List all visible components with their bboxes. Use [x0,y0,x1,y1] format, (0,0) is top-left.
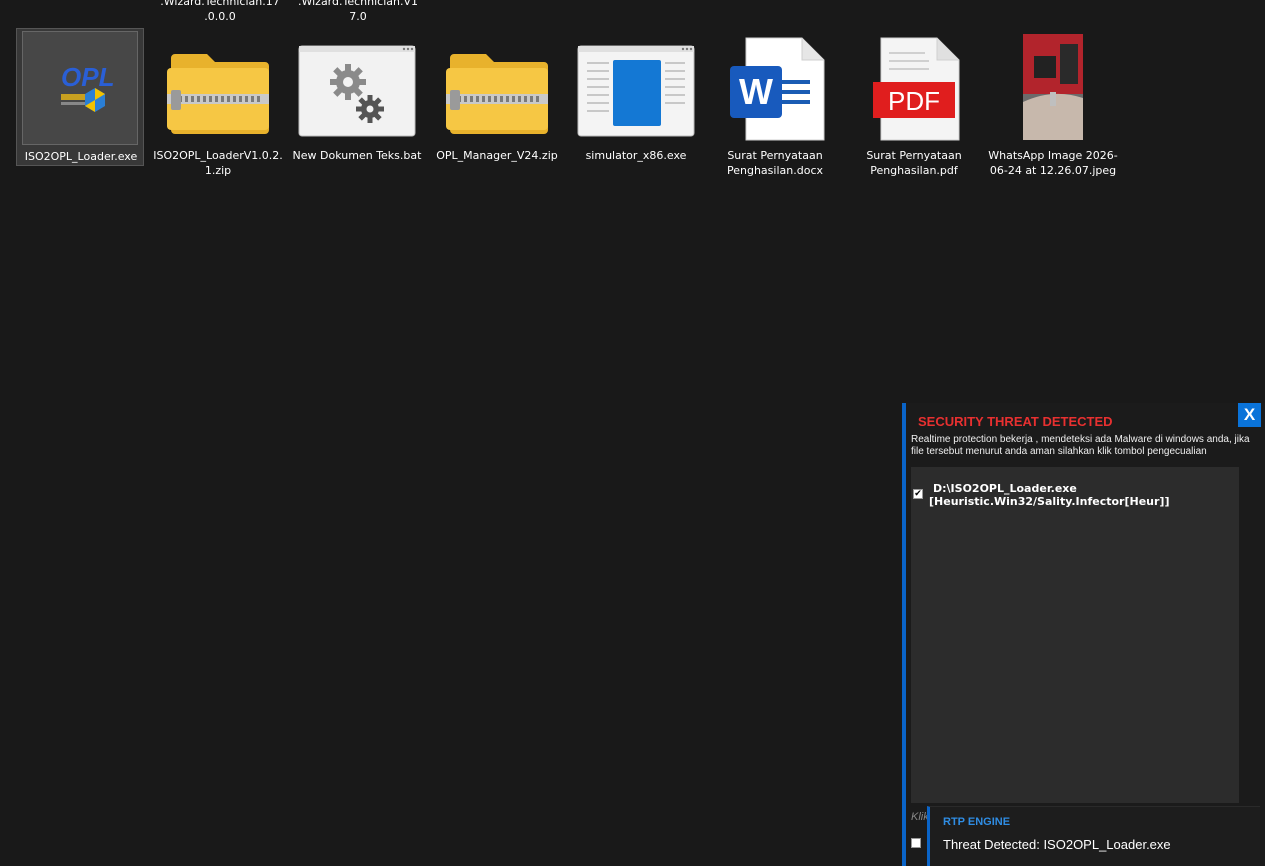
rtp-message: Threat Detected: ISO2OPL_Loader.exe [943,837,1171,852]
exception-checkbox[interactable] [911,838,921,848]
opl-app-icon: OPL [61,62,114,112]
desktop-icon-simulator-exe[interactable]: simulator_x86.exe [571,30,701,200]
desktop-label-partial-2[interactable]: .Wizard.Technician.V1 7.0 [293,0,423,24]
svg-text:OPL: OPL [61,62,114,92]
rtp-engine-toast[interactable]: RTP ENGINE Threat Detected: ISO2OPL_Load… [927,806,1260,866]
selection-thumbnail: OPL [22,31,138,145]
icon-label: New Dokumen Teks.bat [292,149,422,162]
desktop-icon-iso2opl-loader-zip[interactable]: ISO2OPL_LoaderV1.0.2.1.zip [153,30,283,200]
photo-thumbnail-icon [1023,34,1083,140]
threat-title: SECURITY THREAT DETECTED [918,414,1113,429]
icon-label: WhatsApp Image 2026-06-24 at 12.26.07.jp… [988,149,1118,177]
word-document-icon: W [730,37,825,141]
threat-list[interactable]: ✔ D:\ISO2OPL_Loader.exe [Heuristic.Win32… [911,467,1239,803]
desktop-icon-new-dokumen-bat[interactable]: New Dokumen Teks.bat [292,30,422,200]
icon-label: OPL_Manager_V24.zip [436,149,558,162]
batch-gears-icon [298,45,416,137]
security-threat-panel: X SECURITY THREAT DETECTED Realtime prot… [902,403,1265,866]
threat-signature-name: [Heuristic.Win32/Sality.Infector[Heur]] [929,495,1170,508]
threat-entry-checkbox[interactable]: ✔ [913,489,923,499]
desktop-icon-opl-manager-zip[interactable]: OPL_Manager_V24.zip [432,30,562,200]
rtp-title: RTP ENGINE [943,816,1011,828]
icon-label: simulator_x86.exe [585,149,687,162]
icon-label: ISO2OPL_Loader.exe [24,150,138,163]
threat-description: Realtime protection bekerja , mendeteksi… [911,434,1250,457]
desktop-icon-whatsapp-jpeg[interactable]: WhatsApp Image 2026-06-24 at 12.26.07.jp… [988,30,1118,200]
desktop-icon-surat-docx[interactable]: W Surat Pernyataan Penghasilan.docx [710,30,840,200]
threat-file-path: D:\ISO2OPL_Loader.exe [933,482,1077,495]
app-window-icon [577,45,695,137]
icon-label: ISO2OPL_LoaderV1.0.2.1.zip [153,149,283,177]
close-button[interactable]: X [1238,403,1261,427]
icon-label: Surat Pernyataan Penghasilan.docx [727,149,823,177]
desktop-icon-iso2opl-loader-exe[interactable]: OPL ISO2OPL_Loader.exe [16,28,144,166]
desktop-label-partial-1[interactable]: .Wizard.Technician.17 .0.0.0 [155,0,285,24]
zip-folder-icon [167,54,269,134]
zip-folder-icon [446,54,548,134]
pdf-document-icon: PDF [873,37,960,141]
desktop-icon-surat-pdf[interactable]: PDF Surat Pernyataan Penghasilan.pdf [849,30,979,200]
icon-label: Surat Pernyataan Penghasilan.pdf [866,149,962,177]
svg-text:W: W [739,71,773,112]
svg-text:PDF: PDF [888,86,940,116]
